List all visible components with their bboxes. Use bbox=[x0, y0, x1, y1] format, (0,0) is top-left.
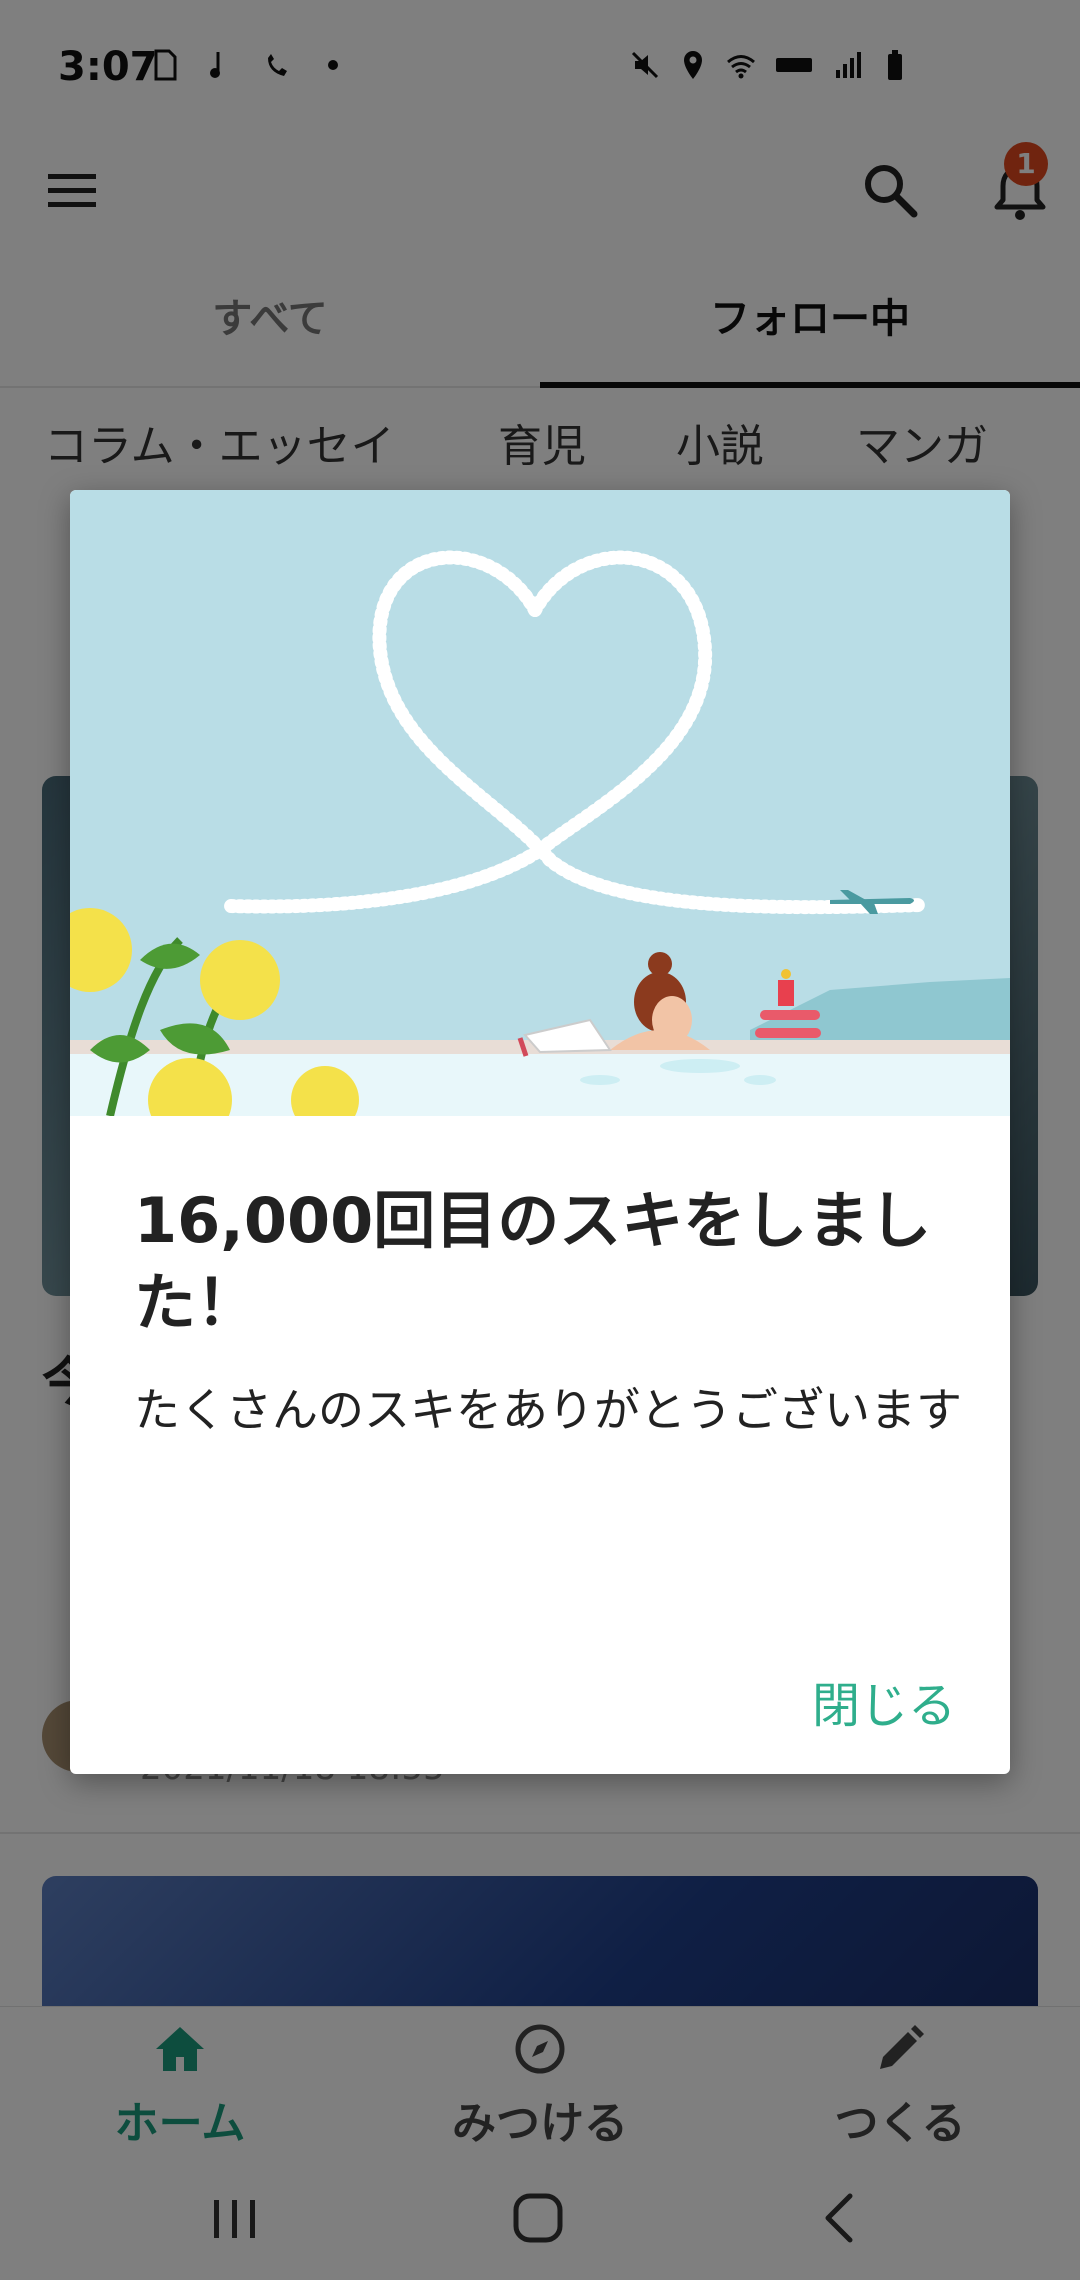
dialog-message: たくさんのスキをありがとうございます bbox=[134, 1383, 962, 1437]
milestone-illustration bbox=[70, 490, 1010, 1116]
close-button[interactable]: 閉じる bbox=[812, 1666, 956, 1736]
dialog-title: 16,000回目のスキをしました！ bbox=[134, 1184, 932, 1339]
like-milestone-dialog: 16,000回目のスキをしました！ たくさんのスキをありがとうございます 閉じる bbox=[70, 490, 1010, 1774]
